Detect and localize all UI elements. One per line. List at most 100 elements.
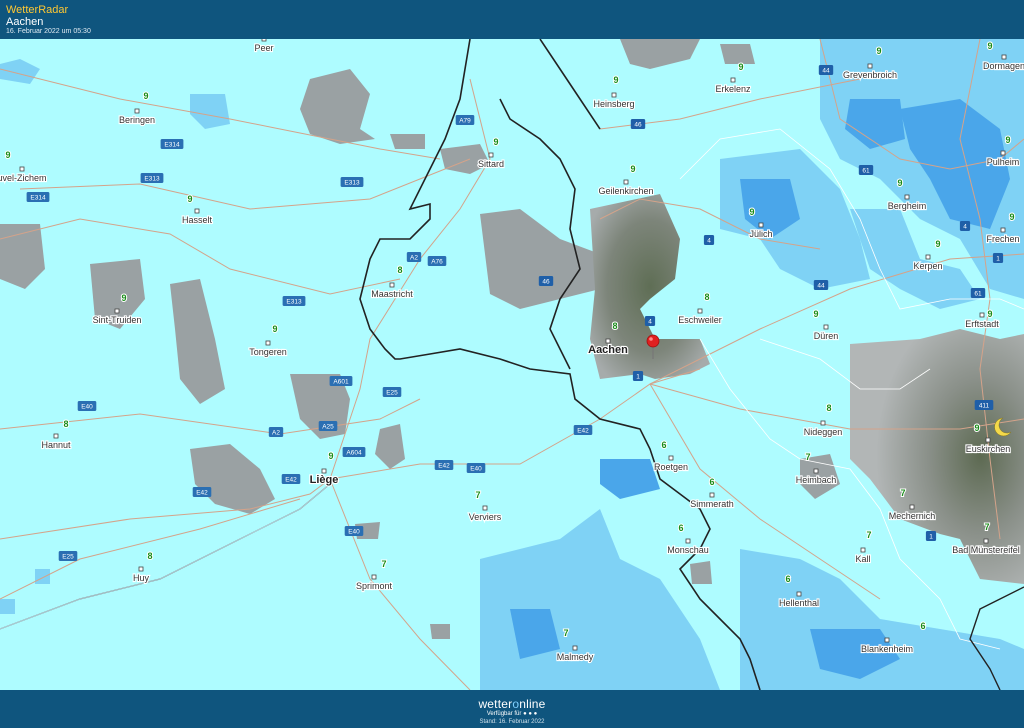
city-dot — [1000, 150, 1006, 156]
road-shield: E42 — [281, 474, 301, 484]
temperature-label: 9 — [5, 150, 10, 160]
city-dot — [114, 308, 120, 314]
platform-icons: ● ● ● — [523, 711, 538, 717]
city-name: Roetgen — [654, 462, 688, 472]
city-dot — [668, 455, 674, 461]
city-dot — [1001, 54, 1007, 60]
temperature-label: 9 — [493, 137, 498, 147]
city-name: Bergheim — [888, 201, 927, 211]
road-shield-label: E40 — [348, 529, 360, 536]
city-name: Tongeren — [249, 347, 287, 357]
availability-note: Verfügbar für ● ● ● — [0, 711, 1024, 717]
city-dot — [261, 39, 267, 42]
road-shield-label: 61 — [974, 291, 982, 298]
road-shield-label: E40 — [470, 466, 482, 473]
city-name: Peer — [254, 43, 273, 53]
road-shield: 1 — [925, 531, 937, 541]
city-dot — [321, 468, 327, 474]
city-name: Monschau — [667, 545, 709, 555]
temperature-label: 7 — [866, 530, 871, 540]
temperature-label: 9 — [328, 451, 333, 461]
road-shield: A2 — [406, 252, 422, 262]
road-shield-label: 4 — [963, 224, 967, 231]
road-shield-label: 44 — [822, 68, 830, 75]
city-name: Kall — [855, 554, 870, 564]
road-shield: 61 — [970, 288, 986, 298]
temperature-label: 9 — [630, 164, 635, 174]
temperature-label: 8 — [704, 292, 709, 302]
brand-title: WetterRadar — [6, 4, 69, 16]
road-shield: E40 — [77, 401, 97, 411]
road-shield: E25 — [382, 387, 402, 397]
city-name: Nideggen — [804, 427, 843, 437]
temperature-label: 7 — [900, 488, 905, 498]
road-shield-label: E313 — [144, 176, 160, 183]
road-shield: 4 — [703, 235, 715, 245]
temperature-label: 9 — [813, 309, 818, 319]
road-shield: 44 — [813, 280, 829, 290]
city-dot — [979, 312, 985, 318]
road-shield-label: 61 — [862, 168, 870, 175]
temperature-label: 9 — [613, 75, 618, 85]
city-name: Dormagen — [983, 61, 1024, 71]
city-name: uvel-Zichem — [0, 173, 47, 183]
city-name: Pulheim — [987, 157, 1020, 167]
temperature-label: 9 — [272, 324, 277, 334]
brand-logo[interactable]: wetteronline — [0, 697, 1024, 711]
road-shield: E42 — [434, 460, 454, 470]
city-name: Mechernich — [889, 511, 936, 521]
road-shield-label: E313 — [344, 180, 360, 187]
city-name: Simmerath — [690, 499, 734, 509]
road-shield-label: A25 — [322, 424, 334, 431]
city-dot — [611, 92, 617, 98]
road-shield-label: 1 — [636, 374, 640, 381]
city-name: Aachen — [588, 344, 628, 356]
road-shield: E42 — [192, 487, 212, 497]
app-header: WetterRadar Aachen 16. Februar 2022 um 0… — [0, 0, 1024, 39]
road-shield: 44 — [818, 65, 834, 75]
road-shield: 411 — [974, 400, 994, 410]
logo-text-1: wetter — [478, 697, 513, 711]
road-shield: A79 — [455, 115, 475, 125]
city-dot — [605, 338, 611, 344]
road-shield: E25 — [58, 551, 78, 561]
road-shield: E40 — [466, 463, 486, 473]
city-name: Sprimont — [356, 581, 393, 591]
temperature-label: 8 — [612, 321, 617, 331]
temperature-label: 9 — [974, 423, 979, 433]
app-footer: wetteronline Verfügbar für ● ● ● Stand: … — [0, 690, 1024, 728]
road-shield: A604 — [342, 447, 366, 457]
road-shield: E314 — [160, 139, 184, 149]
city-dot — [389, 282, 395, 288]
city-name: Frechen — [986, 234, 1019, 244]
city-name: Eschweiler — [678, 315, 722, 325]
road-shield-label: E42 — [577, 428, 589, 435]
map-canvas[interactable]: E314 E313 E314 E313 E313 A601 E40 E25 A25 A604 E42… — [0, 39, 1024, 690]
city-dot — [904, 194, 910, 200]
road-shield: E40 — [344, 526, 364, 536]
city-name: Malmedy — [557, 652, 594, 662]
road-shield-label: A601 — [333, 379, 349, 386]
city-name: Heinsberg — [593, 99, 634, 109]
road-shield-label: A604 — [346, 450, 362, 457]
road-shield-label: E25 — [62, 554, 74, 561]
temperature-label: 9 — [1005, 135, 1010, 145]
city-dot — [985, 437, 991, 443]
city-dot — [194, 208, 200, 214]
road-shield-label: E42 — [196, 490, 208, 497]
city-dot — [488, 152, 494, 158]
city-dot — [813, 468, 819, 474]
road-shield-label: 1 — [929, 534, 933, 541]
city-dot — [884, 637, 890, 643]
city-dot — [19, 166, 25, 172]
logo-text-2: nline — [519, 697, 546, 711]
city-name: Erkelenz — [715, 84, 751, 94]
city-dot — [983, 538, 989, 544]
radar-map[interactable]: E314 E313 E314 E313 E313 A601 E40 E25 A25 A604 E42… — [0, 39, 1024, 690]
road-shield-label: A76 — [431, 259, 443, 266]
temperature-label: 7 — [475, 490, 480, 500]
city-dot — [909, 504, 915, 510]
city-dot — [685, 538, 691, 544]
road-shield: 1 — [632, 371, 644, 381]
temperature-label: 7 — [984, 522, 989, 532]
